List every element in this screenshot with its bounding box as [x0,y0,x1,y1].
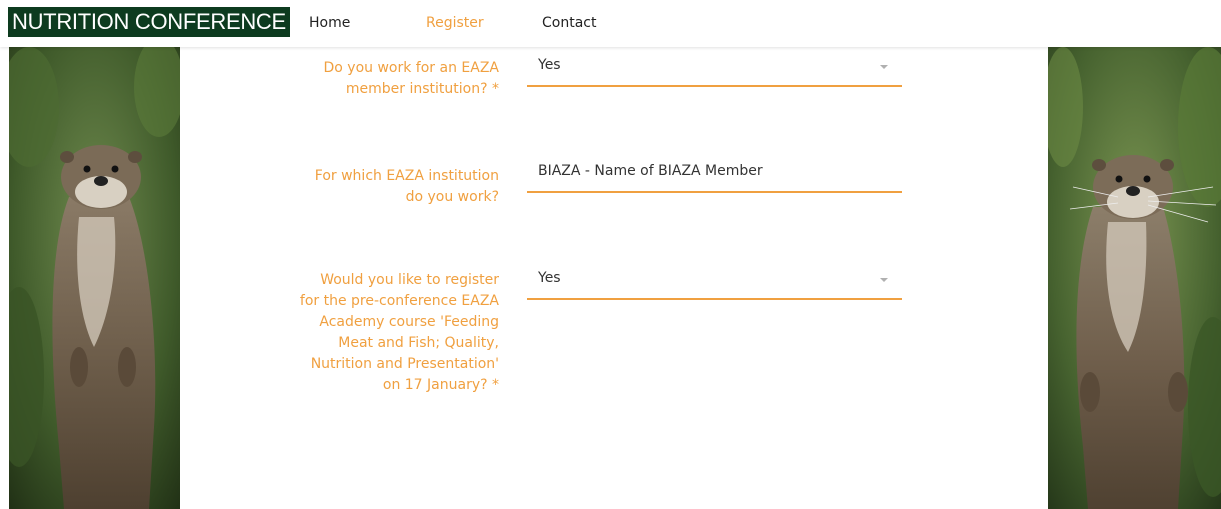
nav-home-link[interactable]: Home [309,0,350,47]
eaza-institution-input[interactable]: BIAZA - Name of BIAZA Member [527,157,902,193]
chevron-down-icon [880,278,888,282]
site-logo[interactable]: NUTRITION CONFERENCE [8,7,290,37]
right-otter-photo [1048,47,1221,509]
page: NUTRITION CONFERENCE Home Register Conta… [0,0,1221,509]
eaza-institution-label: For which EAZA institution do you work? [314,168,499,205]
academy-course-label: Would you like to register for the pre-c… [299,272,499,393]
academy-course-value: Yes [538,270,561,286]
left-otter-photo [9,47,180,509]
eaza-member-label: Do you work for an EAZA member instituti… [323,60,500,97]
eaza-member-select[interactable]: Yes [527,51,902,87]
nav-register-link[interactable]: Register [426,0,484,47]
nav-contact-link[interactable]: Contact [542,0,596,47]
top-navigation-bar: NUTRITION CONFERENCE Home Register Conta… [0,0,1221,47]
chevron-down-icon [880,65,888,69]
eaza-institution-value: BIAZA - Name of BIAZA Member [538,163,763,179]
eaza-member-value: Yes [538,57,561,73]
academy-course-select[interactable]: Yes [527,264,902,300]
